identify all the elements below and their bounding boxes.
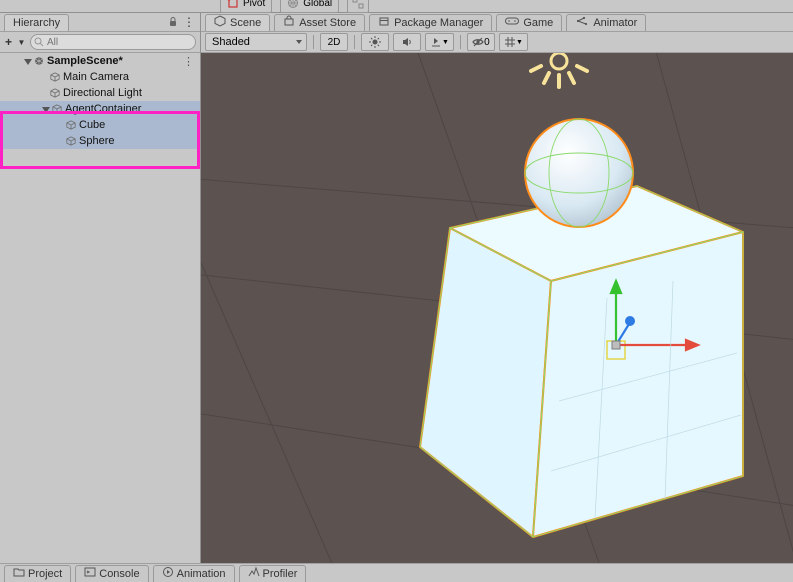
hierarchy-add-button[interactable]: + (4, 34, 13, 50)
sphere-object (525, 119, 633, 227)
hierarchy-search-input[interactable] (30, 34, 196, 50)
store-icon (283, 15, 295, 30)
pivot-button[interactable]: Pivot (220, 0, 272, 13)
scene-context-icon[interactable]: ⋮ (183, 55, 194, 68)
tab-asset-store[interactable]: Asset Store (274, 14, 365, 31)
scene-icon (214, 15, 226, 30)
hierarchy-row[interactable]: Cube (0, 117, 200, 133)
global-button[interactable]: Global (280, 0, 339, 13)
tab-label: Package Manager (394, 17, 483, 29)
panel-menu-icon[interactable]: ⋮ (181, 14, 197, 30)
tab-scene[interactable]: Scene (205, 14, 270, 31)
hierarchy-tab[interactable]: Hierarchy (4, 14, 69, 31)
tab-game[interactable]: Game (496, 14, 562, 31)
tab-label: Animation (177, 568, 226, 580)
tab-animator[interactable]: Animator (566, 14, 646, 31)
hierarchy-row-label: Main Camera (63, 71, 129, 83)
tab-project[interactable]: Project (4, 565, 71, 582)
game-icon (505, 16, 519, 29)
cube-object (420, 186, 743, 537)
hierarchy-row-label: AgentContainer (65, 103, 141, 115)
hierarchy-row-label: Cube (79, 119, 105, 131)
directional-light-gizmo (531, 53, 587, 87)
hierarchy-row[interactable]: Sphere (0, 133, 200, 149)
lighting-toggle[interactable] (361, 33, 389, 51)
hierarchy-panel: Hierarchy ⋮ + ▼ SampleScene* ⋮ Main Camera… (0, 13, 201, 573)
tab-label: Asset Store (299, 17, 356, 29)
mode-2d-toggle[interactable]: 2D (320, 33, 348, 51)
tab-profiler[interactable]: Profiler (239, 565, 307, 582)
project-icon (13, 566, 25, 581)
profiler-icon (248, 566, 260, 581)
foldout-icon[interactable] (24, 59, 32, 65)
tab-label: Profiler (263, 568, 298, 580)
tab-label: Game (523, 17, 553, 29)
snap-button[interactable] (347, 0, 369, 13)
tab-label: Console (99, 568, 139, 580)
global-label: Global (303, 0, 332, 9)
hierarchy-row-label: SampleScene* (47, 55, 123, 67)
tab-console[interactable]: Console (75, 565, 148, 582)
tab-label: Animator (593, 17, 637, 29)
tab-label: Scene (230, 17, 261, 29)
fx-toggle[interactable]: ▼ (425, 33, 454, 51)
draw-mode-dropdown[interactable]: Shaded (205, 33, 307, 51)
hierarchy-row-label: Directional Light (63, 87, 142, 99)
anim-icon (575, 15, 589, 30)
hierarchy-row[interactable]: SampleScene* ⋮ (0, 53, 200, 69)
foldout-icon[interactable] (42, 107, 50, 113)
scene-viewport[interactable] (201, 53, 793, 573)
tab-animation[interactable]: Animation (153, 565, 235, 582)
tab-package-manager[interactable]: Package Manager (369, 14, 492, 31)
hierarchy-row[interactable]: AgentContainer (0, 101, 200, 117)
package-icon (378, 15, 390, 30)
grid-toggle[interactable]: ▼ (499, 33, 528, 51)
pivot-label: Pivot (243, 0, 265, 9)
hierarchy-row[interactable]: Main Camera (0, 69, 200, 85)
hierarchy-tab-label: Hierarchy (13, 17, 60, 29)
chevron-down-icon[interactable]: ▼ (17, 34, 26, 50)
scene-panel: Scene Asset Store Package Manager Game Anima… (201, 13, 793, 573)
panel-lock-icon[interactable] (165, 14, 181, 30)
hierarchy-row-label: Sphere (79, 135, 114, 147)
hierarchy-row[interactable]: Directional Light (0, 85, 200, 101)
console-icon (84, 566, 96, 581)
animation-icon (162, 566, 174, 581)
hidden-objects[interactable]: 0 (467, 33, 495, 51)
tab-label: Project (28, 568, 62, 580)
draw-mode-label: Shaded (212, 36, 250, 48)
audio-toggle[interactable] (393, 33, 421, 51)
